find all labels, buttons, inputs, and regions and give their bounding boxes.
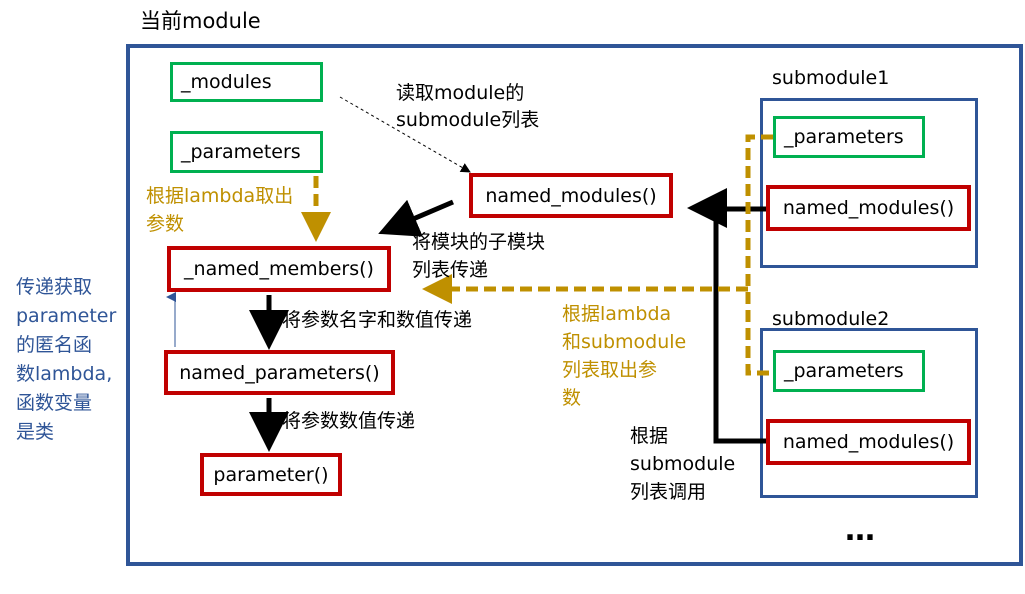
named-modules-box: named_modules() bbox=[469, 173, 673, 218]
named-parameters-box: named_parameters() bbox=[164, 350, 395, 395]
annotation-lambda-take: 根据lambda取出 参数 bbox=[146, 185, 294, 235]
annotation-side-note: 传递获取 parameter 的匿名函 数lambda, 函数变量 是类 bbox=[16, 276, 117, 443]
modules-box: _modules bbox=[170, 62, 323, 102]
annotation-pass-name-value: 将参数名字和数值传递 bbox=[282, 309, 473, 331]
arrow-pass-list bbox=[378, 199, 454, 237]
bracket-submodule-call bbox=[713, 206, 766, 444]
annotation-pass-list: 将模块的子模块 列表传递 bbox=[412, 231, 546, 281]
annotation-read-modules: 读取module的 submodule列表 bbox=[396, 82, 540, 131]
bracket-submodule-params bbox=[745, 134, 773, 376]
annotation-lambda-submodule: 根据lambda 和submodule 列表取出参 数 bbox=[562, 303, 687, 409]
annotation-call-by-list: 根据 submodule 列表调用 bbox=[630, 425, 736, 503]
parameter-box: parameter() bbox=[200, 453, 342, 496]
submodule1-named-modules-box: named_modules() bbox=[766, 185, 971, 231]
submodule2-named-modules-box: named_modules() bbox=[766, 419, 971, 465]
submodule1-parameters-box: _parameters bbox=[773, 116, 925, 158]
submodule1-title: submodule1 bbox=[772, 67, 890, 89]
submodule2-parameters-box: _parameters bbox=[773, 350, 925, 392]
named-members-box: _named_members() bbox=[167, 246, 391, 292]
parameters-box: _parameters bbox=[170, 131, 323, 173]
more-submodules-ellipsis: … bbox=[845, 513, 875, 548]
annotation-pass-value: 将参数数值传递 bbox=[282, 410, 416, 432]
submodule2-title: submodule2 bbox=[772, 308, 890, 330]
